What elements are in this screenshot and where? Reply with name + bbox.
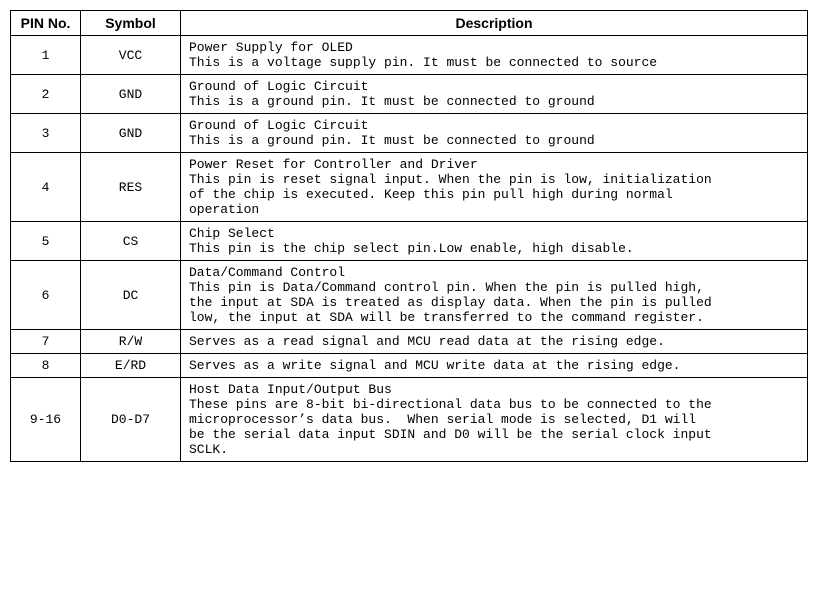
table-row: 8E/RD Serves as a write signal and MCU wr… [11,354,808,378]
cell-description: Power Reset for Controller and DriverThi… [181,153,808,222]
cell-symbol: VCC [81,36,181,75]
pin-table: PIN No. Symbol Description 1VCCPower Sup… [10,10,808,462]
cell-description: Serves as a write signal and MCU write d… [181,354,808,378]
cell-description: Ground of Logic CircuitThis is a ground … [181,114,808,153]
cell-symbol: RES [81,153,181,222]
cell-symbol: DC [81,261,181,330]
desc-title: Host Data Input/Output Bus [189,382,799,397]
table-row: 5CSChip SelectThis pin is the chip selec… [11,222,808,261]
cell-description: Power Supply for OLEDThis is a voltage s… [181,36,808,75]
header-symbol: Symbol [81,11,181,36]
cell-symbol: GND [81,114,181,153]
cell-symbol: CS [81,222,181,261]
desc-body: This is a voltage supply pin. It must be… [189,55,799,70]
desc-body: These pins are 8-bit bi-directional data… [189,397,799,457]
table-header-row: PIN No. Symbol Description [11,11,808,36]
cell-symbol: GND [81,75,181,114]
cell-pin: 8 [11,354,81,378]
desc-body: Serves as a write signal and MCU write d… [189,358,799,373]
cell-symbol: D0-D7 [81,378,181,462]
desc-title: Power Supply for OLED [189,40,799,55]
cell-pin: 6 [11,261,81,330]
desc-title: Chip Select [189,226,799,241]
cell-description: Host Data Input/Output BusThese pins are… [181,378,808,462]
cell-description: Data/Command ControlThis pin is Data/Com… [181,261,808,330]
cell-pin: 3 [11,114,81,153]
cell-description: Chip SelectThis pin is the chip select p… [181,222,808,261]
table-row: 3GNDGround of Logic CircuitThis is a gro… [11,114,808,153]
desc-title: Ground of Logic Circuit [189,79,799,94]
table-row: 1VCCPower Supply for OLEDThis is a volta… [11,36,808,75]
cell-symbol: E/RD [81,354,181,378]
cell-pin: 1 [11,36,81,75]
table-row: 6DCData/Command ControlThis pin is Data/… [11,261,808,330]
table-row: 7R/W Serves as a read signal and MCU read… [11,330,808,354]
desc-title: Data/Command Control [189,265,799,280]
cell-pin: 9-16 [11,378,81,462]
cell-description: Serves as a read signal and MCU read dat… [181,330,808,354]
desc-body: This pin is Data/Command control pin. Wh… [189,280,799,325]
desc-title: Ground of Logic Circuit [189,118,799,133]
desc-title: Power Reset for Controller and Driver [189,157,799,172]
desc-body: This pin is the chip select pin.Low enab… [189,241,799,256]
cell-pin: 2 [11,75,81,114]
cell-description: Ground of Logic CircuitThis is a ground … [181,75,808,114]
cell-pin: 5 [11,222,81,261]
cell-pin: 7 [11,330,81,354]
table-row: 4RESPower Reset for Controller and Drive… [11,153,808,222]
desc-body: Serves as a read signal and MCU read dat… [189,334,799,349]
header-pin: PIN No. [11,11,81,36]
table-row: 9-16D0-D7Host Data Input/Output BusThese… [11,378,808,462]
desc-body: This is a ground pin. It must be connect… [189,133,799,148]
cell-pin: 4 [11,153,81,222]
table-row: 2GNDGround of Logic CircuitThis is a gro… [11,75,808,114]
header-description: Description [181,11,808,36]
cell-symbol: R/W [81,330,181,354]
desc-body: This is a ground pin. It must be connect… [189,94,799,109]
desc-body: This pin is reset signal input. When the… [189,172,799,217]
